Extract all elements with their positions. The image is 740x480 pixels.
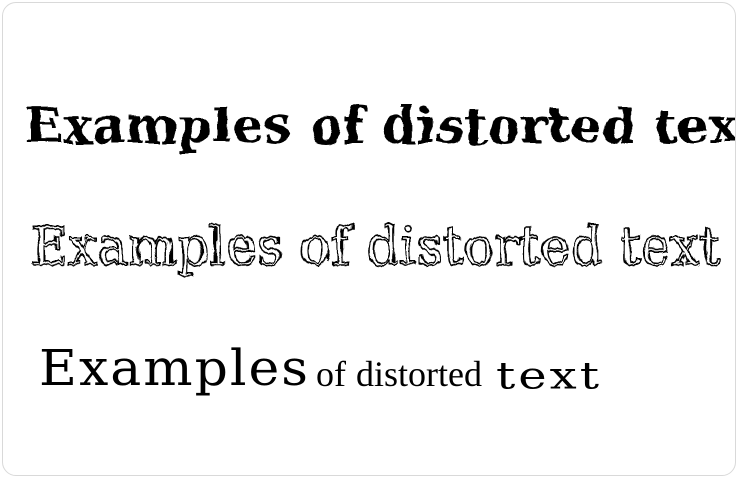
distorted-text-sample-outlined: Examples of distorted text bbox=[28, 211, 729, 281]
distorted-text-line-1: Examples of distorted text bbox=[25, 96, 736, 155]
distorted-text-line-2: Examples of distorted text bbox=[29, 216, 719, 276]
image-frame: Examples of distorted text Examples of d… bbox=[2, 2, 736, 476]
distorted-text-sample-varying-size: Examples of distorted text bbox=[39, 339, 602, 399]
distorted-text-sample-wavy: Examples of distorted text bbox=[25, 85, 735, 165]
word-distorted: distorted bbox=[355, 354, 482, 394]
word-examples: Examples bbox=[39, 340, 310, 398]
word-text: text bbox=[495, 354, 603, 398]
word-of: of bbox=[315, 354, 346, 394]
